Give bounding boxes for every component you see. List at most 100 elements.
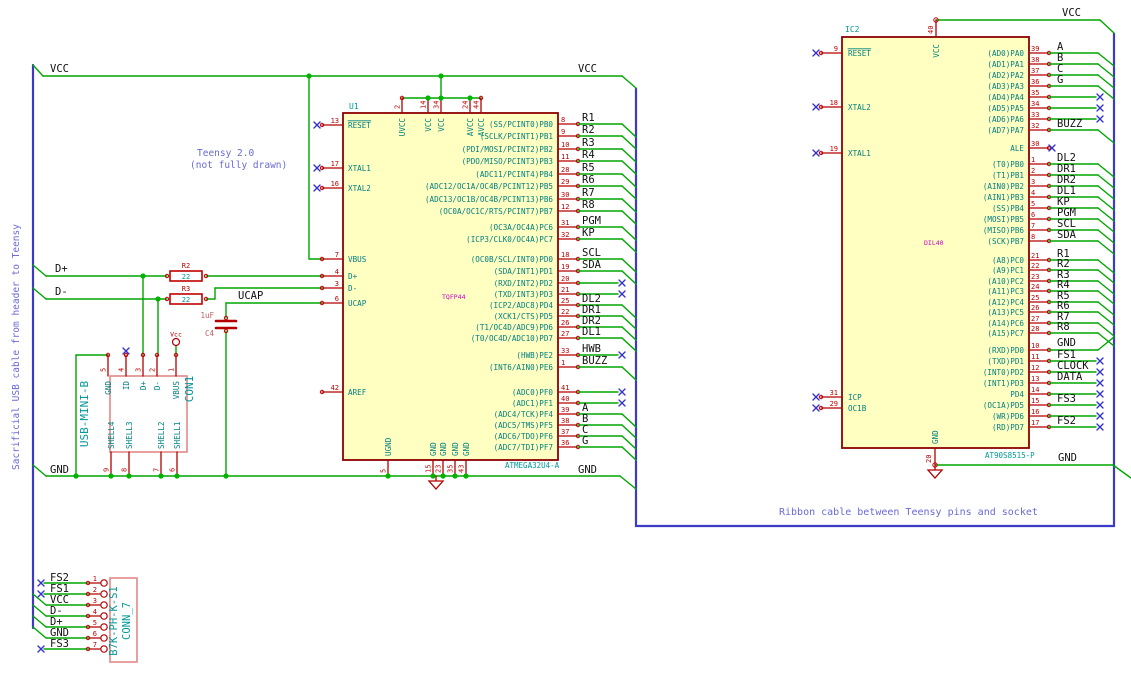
pin-number: 44 bbox=[473, 101, 481, 109]
pin-name: (T1/OC4D/ADC9)PD6 bbox=[475, 323, 553, 332]
pin-number: 3 bbox=[1031, 178, 1035, 186]
net-label[interactable]: FS2 bbox=[1057, 415, 1076, 427]
pin-number: 7 bbox=[153, 468, 161, 472]
schematic-canvas[interactable]: U1ATMEGA32U4-ATQFP4413 RESET17 XTAL116 XTAL… bbox=[0, 0, 1131, 690]
component-conn7[interactable]: B7K-PH-K-S1 CONN_7 1 2 3 4 5 6 7 bbox=[87, 575, 138, 663]
net-label[interactable]: VCC bbox=[50, 63, 69, 75]
net-label[interactable]: R1 bbox=[582, 112, 595, 124]
net-label[interactable]: FS3 bbox=[1057, 393, 1076, 405]
net-label[interactable]: R8 bbox=[1057, 321, 1070, 333]
component-ic2[interactable]: IC2AT90S8515-PDIL409 RESET18 XTAL219 XTAL13… bbox=[812, 19, 1050, 466]
component-con1[interactable]: USB-MINI-B CON1 5 GND 4 ID 3 D+ 2 D- 1 VBUS 9 SHELL4 8… bbox=[78, 347, 196, 477]
component-c4[interactable]: 1uF C4 bbox=[200, 311, 238, 338]
wire bbox=[621, 413, 637, 428]
pin-name: ICP bbox=[848, 393, 862, 402]
pin-name: SHELL4 bbox=[107, 421, 116, 449]
wire bbox=[621, 435, 637, 450]
pin-number: 24 bbox=[462, 101, 470, 109]
pin-number: 37 bbox=[561, 428, 569, 436]
pin-name: (OC0A/OC1C/RTS/PCINT7)PB7 bbox=[439, 207, 553, 216]
pin-name: (AD2)PA2 bbox=[987, 71, 1024, 80]
junction-dot bbox=[158, 473, 164, 479]
net-label[interactable]: FS3 bbox=[50, 638, 69, 650]
pin-number: 7 bbox=[93, 641, 97, 649]
net-label[interactable]: VCC bbox=[1062, 7, 1081, 19]
net-label[interactable]: SCL bbox=[582, 247, 601, 259]
pin-name: (A14)PC6 bbox=[987, 319, 1024, 328]
net-label[interactable]: R3 bbox=[582, 137, 595, 149]
pin-name: (AD5)PA5 bbox=[987, 104, 1024, 113]
net-label[interactable]: D- bbox=[55, 286, 68, 298]
net-label[interactable]: R6 bbox=[582, 174, 595, 186]
net-label[interactable]: GND bbox=[50, 464, 69, 476]
net-label[interactable]: UCAP bbox=[238, 290, 263, 302]
pin-name: UGND bbox=[384, 437, 393, 456]
pin-name: (ADC0)PF0 bbox=[512, 388, 554, 397]
net-label[interactable]: SDA bbox=[1057, 229, 1077, 241]
net-label[interactable]: VCC bbox=[578, 63, 597, 75]
net-label[interactable]: SDA bbox=[582, 259, 602, 271]
net-label[interactable]: G bbox=[1057, 74, 1063, 86]
net-label[interactable]: KP bbox=[582, 227, 595, 239]
net-label[interactable]: DL1 bbox=[582, 326, 601, 338]
pin-name: SHELL2 bbox=[157, 422, 166, 449]
ground-symbol-icon bbox=[926, 464, 944, 479]
pin-number: 21 bbox=[1031, 252, 1039, 260]
net-label[interactable]: PGM bbox=[582, 215, 601, 227]
pin-name: (SS)PB4 bbox=[992, 204, 1024, 213]
pin-name: (ADC12/OC1A/OC4B/PCINT12)PB5 bbox=[425, 182, 553, 191]
pin-number: 22 bbox=[561, 308, 569, 316]
component-ref: CONN_7 bbox=[121, 602, 133, 640]
component-footprint: DIL40 bbox=[924, 239, 944, 247]
net-label[interactable]: DATA bbox=[1057, 371, 1083, 383]
component-r3[interactable]: R322 bbox=[169, 285, 203, 305]
pin-number: 13 bbox=[331, 117, 339, 125]
wire bbox=[1097, 185, 1115, 200]
wire bbox=[621, 123, 637, 138]
net-label[interactable]: GND bbox=[1057, 337, 1076, 349]
net-label[interactable]: G bbox=[582, 435, 588, 447]
bus-entry bbox=[32, 464, 47, 477]
pin-number: 8 bbox=[561, 116, 565, 124]
net-label[interactable]: GND bbox=[1058, 452, 1077, 464]
pin-name: ID bbox=[122, 381, 131, 391]
net-label[interactable]: HWB bbox=[582, 343, 601, 355]
bus-entry bbox=[32, 604, 47, 617]
ground-symbol-icon bbox=[427, 475, 445, 490]
pin-number: 41 bbox=[561, 384, 569, 392]
junction-dot bbox=[438, 73, 444, 79]
connector-pin-icon bbox=[100, 612, 108, 620]
net-label[interactable]: R8 bbox=[582, 199, 595, 211]
pin-name: GND bbox=[462, 442, 471, 456]
pin-number: 7 bbox=[1031, 222, 1035, 230]
pin-number: 17 bbox=[331, 160, 339, 168]
pin-number: 1 bbox=[561, 359, 565, 367]
pin-number: 12 bbox=[1031, 364, 1039, 372]
pin-name: GND bbox=[104, 381, 113, 395]
pin-name: (PDI/MOSI/PCINT2)PB2 bbox=[462, 145, 553, 154]
net-label[interactable]: GND bbox=[578, 464, 597, 476]
pin-name: XTAL2 bbox=[348, 184, 371, 193]
pin-number: 5 bbox=[100, 368, 108, 372]
wire bbox=[621, 198, 637, 213]
pin-name: (AIN1)PB3 bbox=[983, 193, 1024, 202]
pin-number: 16 bbox=[331, 180, 339, 188]
net-label[interactable]: BUZZ bbox=[1057, 118, 1082, 130]
pin-number: 5 bbox=[380, 469, 388, 473]
pin-number: 23 bbox=[1031, 273, 1039, 281]
net-label[interactable]: BUZZ bbox=[582, 355, 607, 367]
pin-number: 35 bbox=[1031, 89, 1039, 97]
net-label[interactable]: R4 bbox=[582, 149, 595, 161]
pin-name: (MOSI)PB5 bbox=[983, 215, 1024, 224]
net-label[interactable]: R7 bbox=[582, 187, 595, 199]
component-u1[interactable]: U1ATMEGA32U4-ATQFP4413 RESET17 XTAL116 XTAL… bbox=[313, 97, 579, 477]
component-ref: R3 bbox=[182, 285, 190, 293]
component-r2[interactable]: R222 bbox=[169, 262, 203, 282]
net-label[interactable]: R2 bbox=[582, 124, 595, 136]
note-text: Sacrificial USB cable from header to Tee… bbox=[11, 224, 22, 470]
net-label[interactable]: D+ bbox=[55, 263, 68, 275]
net-label[interactable]: R5 bbox=[582, 162, 595, 174]
pin-number: 42 bbox=[331, 384, 339, 392]
pin-number: 39 bbox=[561, 406, 569, 414]
pin-name: UCAP bbox=[348, 299, 367, 308]
